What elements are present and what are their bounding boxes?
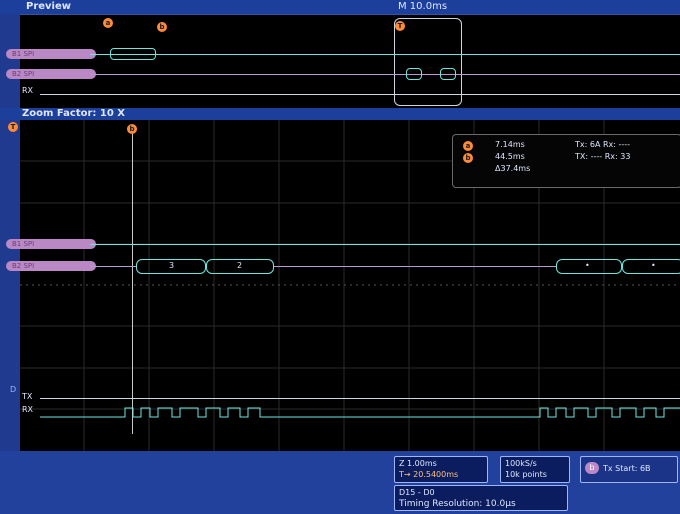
preview-bus-b2-label[interactable]: B2 SPI (6, 69, 96, 79)
trigger-label: Tx Start: 6B (603, 464, 651, 473)
marker-b[interactable]: b (157, 22, 167, 32)
preview-overlay: a b T B1 SPI B2 SPI RX (0, 14, 680, 108)
zoom-overlay: T b a b 7.14ms 44.5ms Δ37.4ms Tx: 6A Rx:… (0, 120, 680, 451)
readout-line3: Δ37.4ms (495, 164, 531, 173)
readout-col1b: TX: ---- Rx: 33 (575, 152, 631, 161)
bus-b2-trace-mid (274, 266, 556, 267)
digital-rx-trace (40, 407, 680, 418)
digital-line2: Timing Resolution: 10.0µs (399, 499, 516, 509)
decode-packet-2[interactable]: 2 (206, 259, 274, 274)
preview-packet-b1 (110, 48, 156, 60)
status-bar: Z 1.00ms T→ 20.5400ms 100kS/s 10k points… (0, 451, 680, 514)
decode-packet-1-value: 3 (169, 261, 175, 270)
preview-packet-b2a (406, 68, 422, 80)
preview-packet-b2b (440, 68, 456, 80)
digital-d-label: D (10, 385, 17, 394)
zoom-factor-label: Zoom Factor: 10 X (22, 108, 125, 119)
bus-b1-label[interactable]: B1 SPI (6, 239, 96, 249)
readout-line1: 7.14ms (495, 140, 525, 149)
digital-tx-trace (40, 398, 680, 399)
decode-packet-3-value: • (585, 261, 590, 270)
preview-channel-rx-label: RX (22, 86, 34, 95)
preview-bus-b1-trace (90, 54, 680, 55)
marker-a[interactable]: a (103, 18, 113, 28)
zoom-window[interactable] (394, 18, 462, 106)
bus-b2-label[interactable]: B2 SPI (6, 261, 96, 271)
decode-packet-4-value: • (651, 261, 656, 270)
preview-header: Preview M 10.0ms (0, 0, 680, 14)
readout-marker-b: b (463, 153, 473, 163)
timebase-box[interactable]: Z 1.00ms T→ 20.5400ms (394, 456, 488, 483)
cursor-readout-box: a b 7.14ms 44.5ms Δ37.4ms Tx: 6A Rx: ---… (452, 134, 680, 188)
preview-channel-rx-trace (40, 94, 680, 95)
time-scale-readout: M 10.0ms (398, 1, 448, 12)
zoom-marker-b[interactable]: b (127, 124, 137, 134)
readout-line2: 44.5ms (495, 152, 525, 161)
trigger-box[interactable]: b Tx Start: 6B (580, 456, 678, 483)
decode-packet-4[interactable]: • (622, 259, 680, 274)
decode-packet-2-value: 2 (237, 261, 243, 270)
preview-label: Preview (26, 1, 72, 12)
decode-packet-3[interactable]: • (556, 259, 622, 274)
cursor-line[interactable] (132, 134, 133, 434)
zoom-marker-t[interactable]: T (8, 122, 18, 132)
digital-tx-label: TX (22, 392, 33, 401)
preview-bus-b2-trace (90, 74, 680, 75)
sample-line2: 10k points (505, 470, 547, 479)
timebase-line2: T→ 20.5400ms (399, 470, 459, 479)
digital-line1: D15 - D0 (399, 488, 435, 497)
readout-col1a: Tx: 6A Rx: ---- (575, 140, 631, 149)
digital-box[interactable]: D15 - D0 Timing Resolution: 10.0µs (394, 485, 568, 511)
bus-b2-trace (90, 266, 136, 267)
sample-line1: 100kS/s (505, 459, 537, 468)
bus-b1-trace (90, 244, 680, 245)
decode-packet-1[interactable]: 3 (136, 259, 206, 274)
readout-marker-a: a (463, 141, 473, 151)
sample-box[interactable]: 100kS/s 10k points (500, 456, 570, 483)
preview-bus-b1-label[interactable]: B1 SPI (6, 49, 96, 59)
trigger-pill: b (585, 462, 599, 474)
zoom-header: Zoom Factor: 10 X (0, 108, 680, 120)
timebase-line1: Z 1.00ms (399, 459, 437, 468)
